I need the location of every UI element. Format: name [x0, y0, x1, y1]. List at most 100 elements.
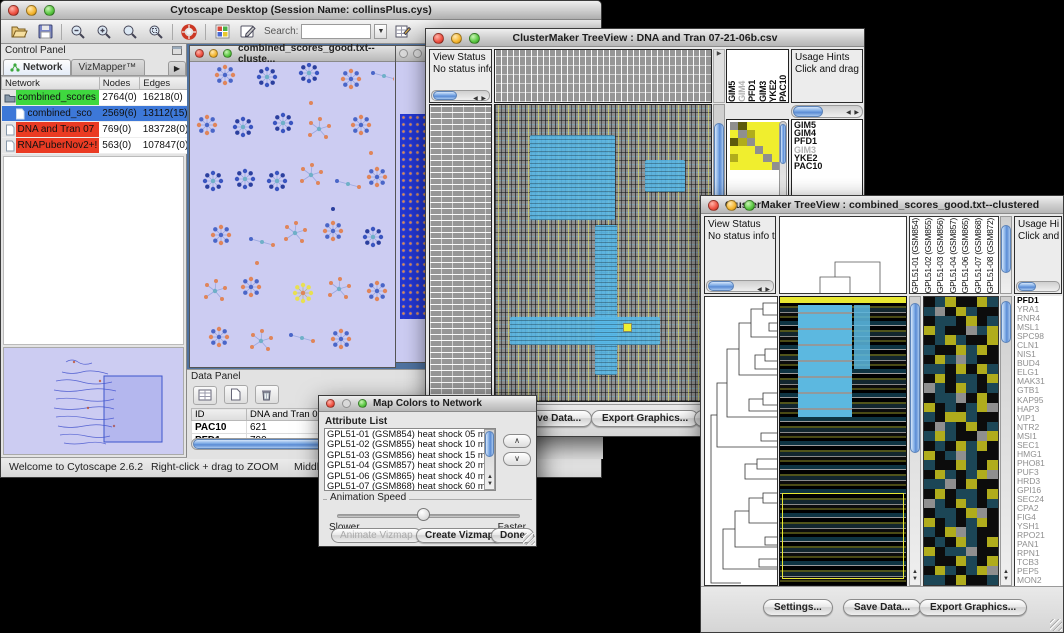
scrollbar-thumb[interactable] [485, 431, 494, 457]
open-icon[interactable] [9, 22, 29, 41]
scrollbar-thumb[interactable] [708, 281, 734, 291]
resize-grip[interactable] [523, 533, 535, 545]
minimize-button[interactable] [726, 200, 737, 211]
close-button[interactable] [433, 33, 444, 44]
zoom-out-icon[interactable] [68, 22, 88, 41]
heatmap-cell [935, 508, 946, 518]
tab-network[interactable]: Network [3, 59, 71, 75]
zoom-button[interactable] [469, 33, 480, 44]
export-graphics-button[interactable]: Export Graphics... [919, 599, 1027, 616]
scroll-arrows[interactable]: ▲▼ [487, 474, 493, 488]
tv2-global-heatmap[interactable] [779, 296, 907, 586]
minimize-button[interactable] [451, 33, 462, 44]
animate-vizmap-button[interactable]: Animate Vizmap [331, 528, 422, 543]
float-panel-icon[interactable] [172, 46, 182, 55]
tv2-column-dendrogram[interactable] [779, 216, 907, 294]
scroll-arrows[interactable]: ▲▼ [1003, 569, 1009, 583]
save-data-button[interactable]: Save Data... [843, 599, 921, 616]
settings-button[interactable]: Settings... [763, 599, 833, 616]
attribute-item[interactable]: GPL51-03 (GSM856) heat shock 15 min [325, 450, 495, 460]
slider-thumb[interactable] [417, 508, 430, 521]
dialog-titlebar[interactable]: Map Colors to Network [319, 396, 536, 412]
zoom-in-icon[interactable] [94, 22, 114, 41]
new-attribute-icon[interactable] [224, 385, 248, 404]
tv1-zoom-hscrollbar[interactable]: ◀ ▶ [791, 105, 863, 118]
network-view-titlebar[interactable]: combined_scores_good.txt--cluste... [190, 46, 395, 62]
scrollbar-thumb[interactable] [1001, 301, 1011, 343]
scroll-arrows[interactable]: ◀ ▶ [473, 93, 487, 103]
usage-hints-hscrollbar[interactable] [1016, 281, 1060, 292]
network-row[interactable]: RNAPuberNov2+! 563(0) 107847(0) [2, 138, 192, 154]
attribute-item[interactable]: GPL51-07 (GSM868) heat shock 60 min [325, 481, 495, 491]
close-button[interactable] [8, 5, 19, 16]
scrollbar-thumb[interactable] [1018, 282, 1036, 291]
view-status-hscrollbar[interactable]: ◀ ▶ [431, 90, 490, 101]
tv2-row-dendrogram[interactable] [704, 296, 778, 586]
tab-vizmapper[interactable]: VizMapper™ [71, 59, 145, 75]
tv2-zoom-heatmap[interactable] [923, 296, 999, 586]
tabs-more-button[interactable]: ▶ [168, 61, 186, 75]
heatmap-cell [924, 451, 935, 461]
close-button[interactable] [399, 49, 408, 58]
minimize-button[interactable] [26, 5, 37, 16]
create-vizmap-button[interactable]: Create Vizmap [416, 528, 503, 543]
scrollbar-thumb[interactable] [793, 106, 823, 117]
network-view-window[interactable]: combined_scores_good.txt--cluste... [189, 45, 396, 368]
scrollbar-thumb[interactable] [910, 303, 920, 453]
attribute-item[interactable]: GPL51-01 (GSM854) heat shock 05 min [325, 429, 495, 439]
zoom-button[interactable] [358, 399, 367, 408]
scrollbar-thumb[interactable] [1001, 225, 1011, 273]
tv1-column-dendrogram[interactable] [494, 49, 712, 103]
network-row[interactable]: DNA and Tran 07 769(0) 183728(0) [2, 122, 192, 138]
vizmapper-icon[interactable] [212, 22, 232, 41]
zoom-fit-icon[interactable] [120, 22, 140, 41]
delete-attribute-icon[interactable] [255, 385, 279, 404]
network-row[interactable]: combined_scores 2764(0) 16218(0) [2, 90, 192, 106]
zoom-selected-icon[interactable] [146, 22, 166, 41]
main-titlebar[interactable]: Cytoscape Desktop (Session Name: collins… [1, 1, 601, 20]
save-icon[interactable] [35, 22, 55, 41]
tv1-splitter[interactable]: ▶ [713, 49, 725, 103]
search-input[interactable] [301, 24, 371, 39]
attribute-item[interactable]: GPL51-04 (GSM857) heat shock 20 min [325, 460, 495, 470]
tv2-top-vscrollbar[interactable] [1000, 216, 1012, 294]
scrollbar-thumb[interactable] [433, 91, 457, 100]
minimize-button[interactable] [342, 399, 351, 408]
minimize-button[interactable] [209, 49, 218, 58]
zoom-button[interactable] [223, 49, 232, 58]
network-row-selected[interactable]: combined_sco 2569(6) 13112(15) [2, 106, 192, 122]
attribute-list-vscrollbar[interactable]: ▲▼ [484, 429, 495, 490]
tv2-zoom-vscrollbar[interactable]: ▲▼ [1000, 296, 1012, 586]
scroll-arrows[interactable]: ◀ ▶ [757, 284, 771, 294]
close-button[interactable] [195, 49, 204, 58]
table-edit-icon[interactable] [393, 22, 413, 41]
tv1-titlebar[interactable]: ClusterMaker TreeView : DNA and Tran 07-… [426, 29, 864, 47]
tv2-vscrollbar[interactable]: ▲▼ [909, 296, 921, 586]
help-lifering-icon[interactable] [179, 22, 199, 41]
tv2-titlebar[interactable]: ClusterMaker TreeView : combined_scores_… [701, 196, 1063, 214]
annotation-icon[interactable] [238, 22, 258, 41]
close-button[interactable] [326, 399, 335, 408]
tv1-global-heatmap[interactable] [494, 104, 712, 402]
move-up-button[interactable]: ∧ [503, 434, 531, 448]
scroll-arrows[interactable]: ▲▼ [912, 569, 918, 583]
minimize-button[interactable] [413, 49, 422, 58]
view-status-hscrollbar[interactable]: ◀ ▶ [706, 280, 774, 292]
tv1-row-dendrogram[interactable] [429, 104, 492, 402]
attribute-table-icon[interactable] [193, 386, 217, 405]
scroll-arrows[interactable]: ◀ ▶ [846, 109, 860, 116]
resize-grip[interactable] [1050, 619, 1062, 631]
attribute-item[interactable]: GPL51-06 (GSM865) heat shock 40 min [325, 471, 495, 481]
search-dropdown-icon[interactable]: ▼ [374, 24, 387, 39]
move-down-button[interactable]: ∨ [503, 452, 531, 466]
network-canvas[interactable] [191, 63, 394, 366]
birdseye-view[interactable] [3, 347, 184, 455]
attribute-list[interactable]: ▲▼ GPL51-01 (GSM854) heat shock 05 minGP… [324, 428, 496, 491]
close-button[interactable] [708, 200, 719, 211]
zoom-button[interactable] [44, 5, 55, 16]
scrollbar-thumb[interactable] [780, 124, 786, 164]
zoom-button[interactable] [744, 200, 755, 211]
network-name: DNA and Tran 07 [16, 122, 100, 137]
attribute-item[interactable]: GPL51-02 (GSM855) heat shock 10 min [325, 439, 495, 449]
export-graphics-button[interactable]: Export Graphics... [591, 410, 699, 427]
